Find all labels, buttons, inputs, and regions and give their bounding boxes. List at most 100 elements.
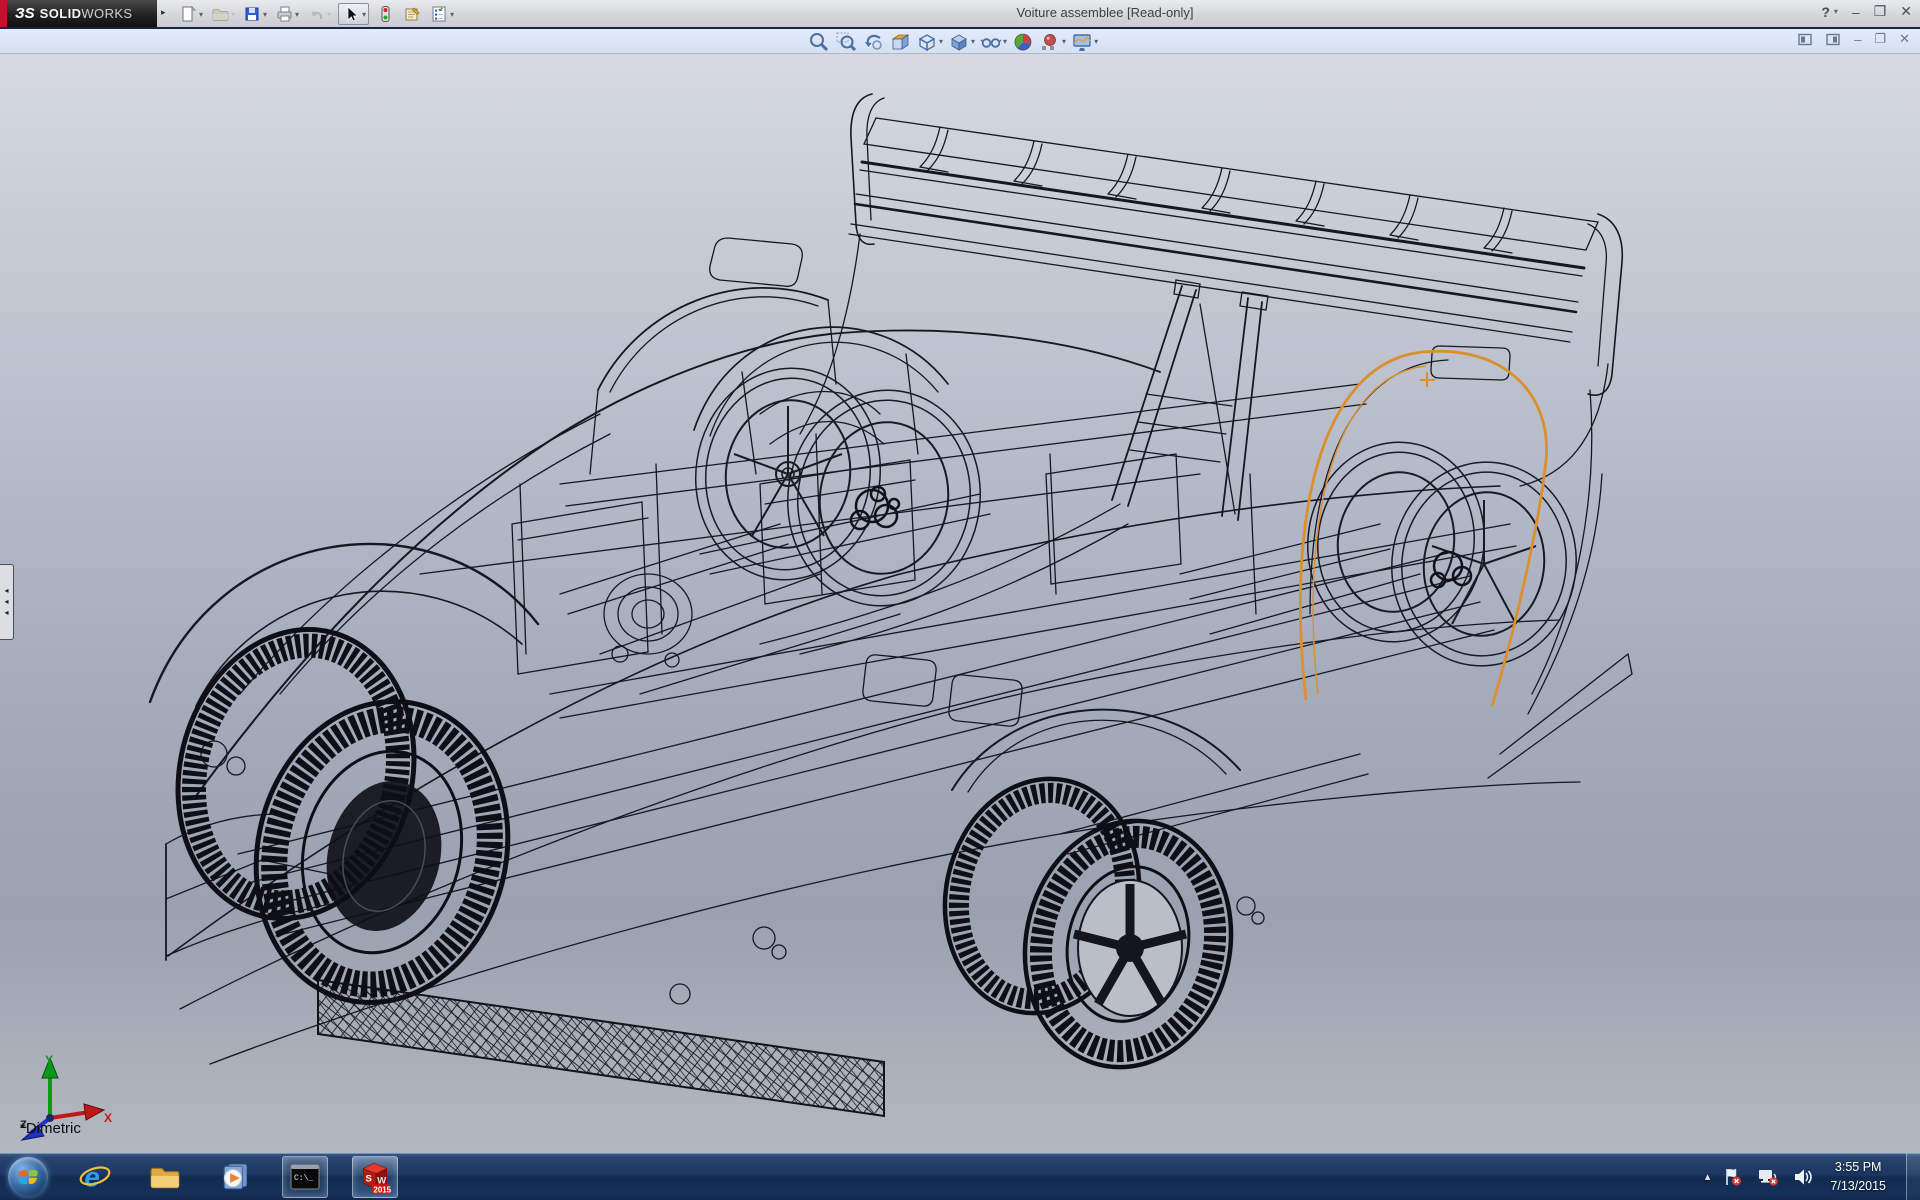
ribbon-row: ▾ ▾ ▾ ▾ ▾	[0, 29, 1920, 54]
save-button[interactable]: ▾	[242, 4, 267, 24]
zoom-to-fit-button[interactable]	[808, 31, 830, 53]
select-cursor-icon	[341, 4, 361, 24]
view-orientation-dropdown[interactable]: ▾	[939, 37, 943, 46]
help-button[interactable]: ?	[1821, 4, 1830, 20]
taskbar-media-player[interactable]	[212, 1156, 258, 1198]
zoom-to-area-button[interactable]	[835, 31, 857, 53]
menu-expand-icon[interactable]: ▸	[161, 7, 166, 18]
eyeglasses-icon	[980, 31, 1002, 53]
panel-collapse-icon: ◂	[4, 609, 8, 617]
undo-icon	[306, 4, 326, 24]
new-document-icon	[178, 4, 198, 24]
hide-show-dropdown[interactable]: ▾	[1003, 37, 1007, 46]
minimize-button[interactable]: –	[1852, 4, 1860, 20]
taskbar-internet-explorer[interactable]: e	[72, 1156, 118, 1198]
dock-left-icon[interactable]	[1798, 33, 1813, 46]
save-floppy-icon	[242, 4, 262, 24]
show-desktop-button[interactable]	[1906, 1153, 1920, 1200]
undo-button[interactable]: ▾	[306, 4, 331, 24]
previous-view-icon	[862, 31, 884, 53]
print-dropdown[interactable]: ▾	[295, 10, 299, 19]
select-dropdown[interactable]: ▾	[362, 10, 366, 19]
print-button[interactable]: ▾	[274, 4, 299, 24]
close-button[interactable]: ✕	[1900, 3, 1912, 20]
zoom-to-fit-icon	[808, 31, 830, 53]
panel-collapse-icon: ◂	[4, 598, 8, 606]
graphics-area[interactable]: ◂ ◂ ◂ Y X Z *Dimetric	[0, 54, 1920, 1153]
taskbar-clock[interactable]: 3:55 PM 7/13/2015	[1830, 1158, 1886, 1194]
clock-date: 7/13/2015	[1830, 1177, 1886, 1195]
svg-text:S: S	[365, 1173, 371, 1184]
open-dropdown: ▾	[231, 10, 235, 19]
taskbar-solidworks[interactable]: S W 2015	[352, 1156, 398, 1198]
brand-red-strip	[0, 0, 7, 27]
windows-flag-icon	[15, 1164, 41, 1190]
clock-time: 3:55 PM	[1830, 1158, 1886, 1176]
svg-text:e: e	[84, 1161, 99, 1192]
section-view-icon	[889, 31, 911, 53]
edit-appearance-button[interactable]	[1012, 31, 1034, 53]
media-player-icon	[219, 1161, 251, 1193]
open-folder-icon	[210, 4, 230, 24]
dock-right-icon[interactable]	[1826, 33, 1841, 46]
apply-scene-icon	[1039, 31, 1061, 53]
main-toolbar: ▾ ▾ ▾ ▾ ▾ ▾	[178, 2, 461, 26]
view-orientation-status: *Dimetric	[20, 1120, 81, 1137]
panel-collapse-icon: ◂	[4, 587, 8, 595]
display-style-icon	[948, 31, 970, 53]
view-orientation-button[interactable]: ▾	[916, 31, 943, 53]
file-properties-button[interactable]	[402, 4, 422, 24]
svg-text:2015: 2015	[373, 1185, 391, 1194]
svg-text:C:\_: C:\_	[294, 1174, 313, 1183]
rebuild-stoplight-button[interactable]	[375, 4, 395, 24]
wheel-front-right	[682, 356, 994, 618]
options-button[interactable]: ▾	[429, 4, 454, 24]
new-document-button[interactable]: ▾	[178, 4, 203, 24]
system-tray: ▴ 3:55 PM 7/	[1705, 1153, 1920, 1200]
previous-view-button[interactable]	[862, 31, 884, 53]
heads-up-toolbar: ▾ ▾ ▾ ▾ ▾	[808, 30, 1103, 53]
volume-icon[interactable]	[1792, 1166, 1814, 1188]
taskbar-windows-explorer[interactable]	[142, 1156, 188, 1198]
windows-taskbar: e C:\_ S W 2015	[0, 1153, 1920, 1200]
document-window-controls: – ❐ ✕	[1798, 31, 1910, 47]
window-buttons: ? ▾ – ❐ ✕	[1821, 3, 1912, 20]
open-document-button[interactable]: ▾	[210, 4, 235, 24]
view-settings-monitor-icon	[1071, 31, 1093, 53]
selection-highlight	[1300, 351, 1546, 706]
splitter-mesh	[318, 980, 884, 1116]
restore-button[interactable]: ❐	[1874, 3, 1887, 20]
section-view-button[interactable]	[889, 31, 911, 53]
wireframe-car-model	[0, 54, 1920, 1153]
internet-explorer-icon: e	[78, 1161, 112, 1193]
hide-show-items-button[interactable]: ▾	[980, 31, 1007, 53]
solidworks-2015-icon: S W 2015	[358, 1160, 392, 1194]
new-dropdown[interactable]: ▾	[199, 10, 203, 19]
select-tool-button[interactable]: ▾	[338, 3, 369, 25]
doc-restore-button[interactable]: ❐	[1874, 31, 1886, 47]
doc-close-button[interactable]: ✕	[1899, 31, 1910, 47]
taskbar-command-prompt[interactable]: C:\_	[282, 1156, 328, 1198]
action-center-flag-icon[interactable]	[1722, 1166, 1744, 1188]
display-style-dropdown[interactable]: ▾	[971, 37, 975, 46]
view-settings-button[interactable]: ▾	[1071, 31, 1098, 53]
view-orientation-icon	[916, 31, 938, 53]
apply-scene-button[interactable]: ▾	[1039, 31, 1066, 53]
help-dropdown[interactable]: ▾	[1834, 7, 1838, 16]
brand-mark: ЗS	[15, 5, 35, 22]
title-bar: ЗS SOLIDWORKS ▸ Voiture assemblee [Read-…	[0, 0, 1920, 27]
feature-manager-collapsed-tab[interactable]: ◂ ◂ ◂	[0, 564, 14, 640]
brand-name-solid: SOLID	[40, 6, 82, 21]
view-settings-dropdown[interactable]: ▾	[1094, 37, 1098, 46]
options-dropdown[interactable]: ▾	[450, 10, 454, 19]
save-dropdown[interactable]: ▾	[263, 10, 267, 19]
display-style-button[interactable]: ▾	[948, 31, 975, 53]
appearance-ball-icon	[1012, 31, 1034, 53]
properties-note-icon	[402, 4, 422, 24]
start-button[interactable]	[8, 1157, 48, 1197]
apply-scene-dropdown[interactable]: ▾	[1062, 37, 1066, 46]
tray-expand-icon[interactable]: ▴	[1705, 1170, 1711, 1183]
network-status-icon[interactable]	[1756, 1166, 1780, 1188]
doc-minimize-button[interactable]: –	[1854, 32, 1861, 47]
options-checklist-icon	[429, 4, 449, 24]
